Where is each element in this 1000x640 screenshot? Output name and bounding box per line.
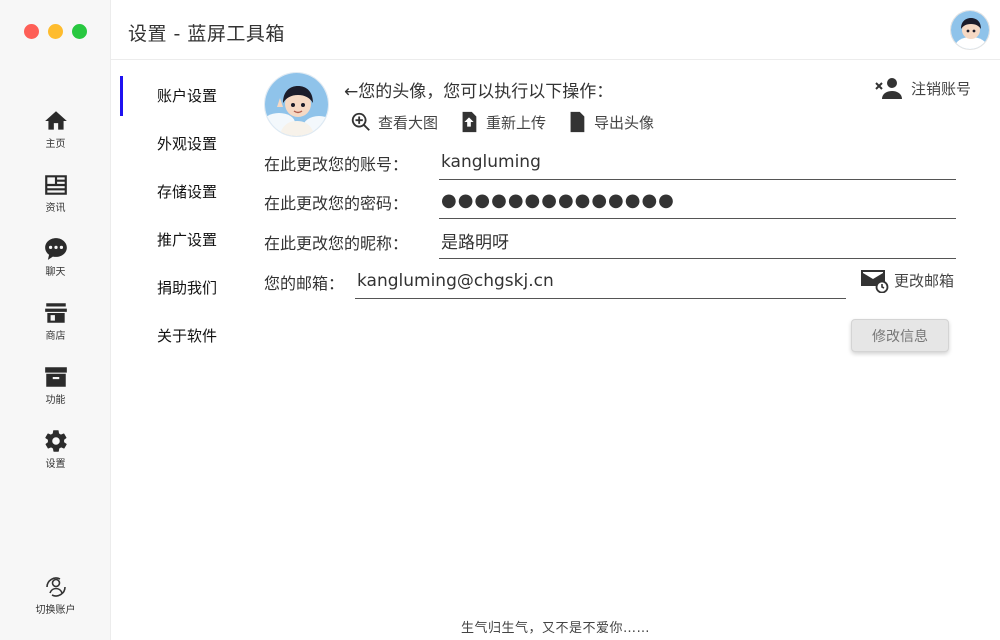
archive-icon	[44, 367, 67, 387]
minimize-window-button[interactable]	[48, 24, 63, 39]
email-field	[355, 263, 846, 299]
sidebar-item-label: 资讯	[45, 203, 66, 214]
account-settings-panel: ←您的头像，您可以执行以下操作： 注销账号 查看大图 重新上传 导出头像 在此更…	[264, 70, 984, 370]
remove-user-icon	[875, 78, 902, 99]
user-avatar[interactable]	[950, 10, 990, 50]
home-icon	[44, 111, 67, 130]
reupload-avatar-button[interactable]: 重新上传	[458, 110, 546, 134]
sidebar-item-settings[interactable]: 设置	[0, 428, 111, 492]
sidebar-item-label: 聊天	[45, 267, 66, 278]
footer-message: 生气归生气，又不是不爱你……	[460, 621, 650, 636]
avatar-actions: 查看大图 重新上传 导出头像	[350, 110, 654, 134]
username-row: 在此更改您的账号：	[264, 144, 956, 180]
avatar-hint: ←您的头像，您可以执行以下操作：	[344, 82, 614, 102]
avatar-image	[951, 11, 989, 49]
logout-label: 注销账号	[910, 79, 971, 98]
gear-icon	[44, 430, 67, 452]
tab-promotion-settings[interactable]: 推广设置	[111, 220, 251, 268]
password-row: 在此更改您的密码：	[264, 183, 956, 219]
switch-account-button[interactable]: 切换账户	[0, 573, 111, 616]
export-icon	[570, 111, 585, 133]
save-info-button[interactable]: 修改信息	[851, 319, 949, 352]
change-email-button[interactable]: 更改邮箱	[860, 267, 954, 293]
action-label: 重新上传	[486, 113, 547, 132]
switch-account-icon	[45, 577, 66, 597]
profile-avatar[interactable]	[264, 72, 329, 137]
tab-about[interactable]: 关于软件	[111, 316, 251, 364]
action-label: 导出头像	[594, 113, 655, 132]
left-sidebar: 主页 资讯 聊天 商店 功能 设置 切换账户	[0, 0, 111, 640]
nickname-label: 在此更改您的昵称：	[264, 234, 409, 253]
email-label: 您的邮箱：	[264, 274, 345, 293]
sidebar-item-features[interactable]: 功能	[0, 364, 111, 428]
view-large-avatar-button[interactable]: 查看大图	[350, 110, 438, 134]
export-avatar-button[interactable]: 导出头像	[566, 110, 654, 134]
action-label: 查看大图	[378, 113, 439, 132]
news-icon	[44, 175, 67, 195]
window-controls	[24, 24, 87, 39]
sidebar-item-label: 功能	[45, 395, 66, 406]
mail-refresh-icon	[860, 270, 889, 293]
sidebar-item-home[interactable]: 主页	[0, 108, 111, 172]
tab-storage-settings[interactable]: 存储设置	[111, 172, 251, 220]
settings-nav: 账户设置 外观设置 存储设置 推广设置 捐助我们 关于软件	[111, 76, 251, 364]
avatar-image	[265, 73, 328, 136]
tab-appearance-settings[interactable]: 外观设置	[111, 124, 251, 172]
change-email-label: 更改邮箱	[893, 271, 954, 290]
window-title: 设置 - 蓝屏工具箱	[128, 23, 285, 45]
sidebar-item-label: 主页	[45, 139, 66, 150]
tab-donate[interactable]: 捐助我们	[111, 268, 251, 316]
store-icon	[44, 303, 67, 323]
nickname-row: 在此更改您的昵称：	[264, 223, 956, 259]
zoom-in-icon	[351, 112, 370, 131]
password-field[interactable]	[439, 183, 956, 219]
close-window-button[interactable]	[24, 24, 39, 39]
email-row: 您的邮箱：	[264, 263, 846, 299]
username-field[interactable]	[439, 144, 956, 180]
password-label: 在此更改您的密码：	[264, 194, 409, 213]
maximize-window-button[interactable]	[72, 24, 87, 39]
sidebar-item-label: 设置	[45, 459, 66, 470]
chat-icon	[44, 238, 67, 260]
sidebar-item-label: 商店	[45, 331, 66, 342]
upload-icon	[462, 111, 477, 133]
sidebar-item-news[interactable]: 资讯	[0, 172, 111, 236]
switch-account-label: 切换账户	[35, 605, 76, 616]
title-bar: 设置 - 蓝屏工具箱	[111, 0, 1000, 60]
username-label: 在此更改您的账号：	[264, 155, 409, 174]
sidebar-item-store[interactable]: 商店	[0, 300, 111, 364]
logout-button[interactable]: 注销账号	[875, 77, 971, 99]
tab-account-settings[interactable]: 账户设置	[111, 76, 251, 124]
sidebar-item-chat[interactable]: 聊天	[0, 236, 111, 300]
nickname-field[interactable]	[439, 223, 956, 259]
main-nav: 主页 资讯 聊天 商店 功能 设置	[0, 108, 111, 492]
